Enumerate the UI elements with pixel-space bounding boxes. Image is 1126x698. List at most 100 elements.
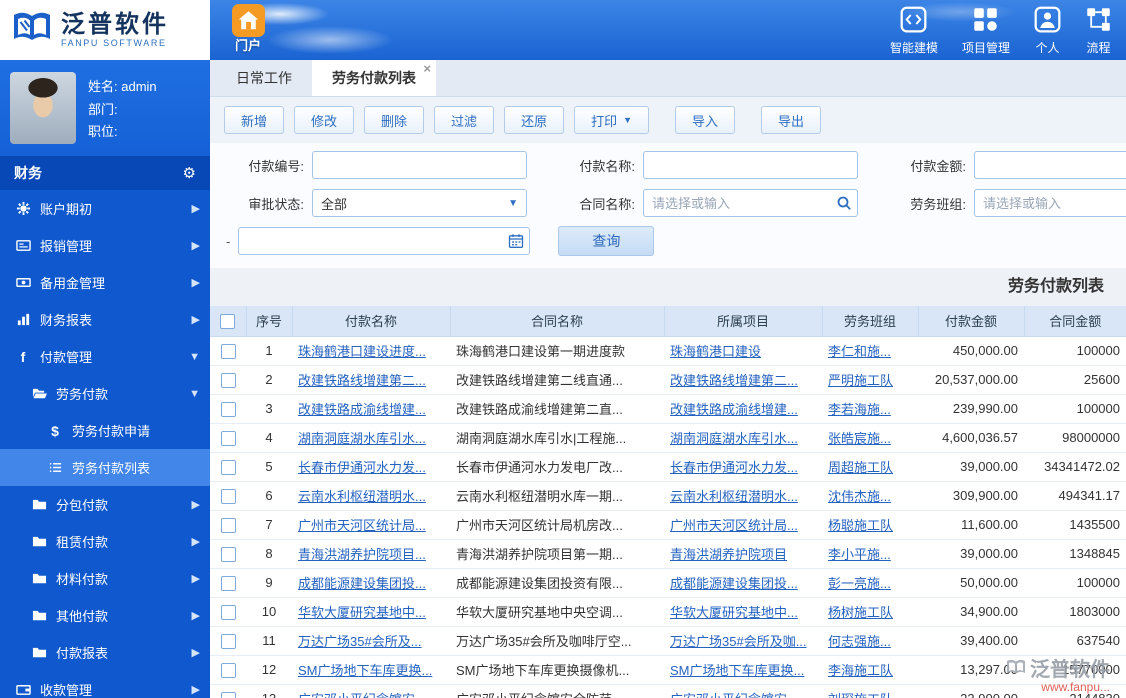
portal-tab[interactable]: 门户: [219, 4, 277, 54]
row-checkbox[interactable]: [221, 663, 236, 678]
project-link[interactable]: 湖南洞庭湖水库引水...: [670, 431, 798, 446]
payment-name-link[interactable]: 珠海鹤港口建设进度...: [298, 344, 426, 359]
sidebar-item-receipt-management[interactable]: 收款管理▶: [0, 671, 210, 698]
tab-labor-payment-list[interactable]: 劳务付款列表 ×: [312, 60, 436, 96]
row-checkbox[interactable]: [221, 576, 236, 591]
row-checkbox[interactable]: [221, 692, 236, 698]
approval-status-select[interactable]: 全部 ▼: [312, 189, 527, 217]
sidebar-item-labor-payment[interactable]: 劳务付款▼: [0, 375, 210, 412]
nav-personal[interactable]: 个人: [1034, 6, 1061, 56]
sidebar-item-petty-cash[interactable]: 备用金管理▶: [0, 264, 210, 301]
export-button[interactable]: 导出: [761, 106, 821, 134]
payment-name-link[interactable]: 云南水利枢纽潜明水...: [298, 489, 426, 504]
row-checkbox[interactable]: [221, 344, 236, 359]
payment-name-link[interactable]: 湖南洞庭湖水库引水...: [298, 431, 426, 446]
sidebar-item-payment-management[interactable]: f付款管理▼: [0, 338, 210, 375]
labor-team-link[interactable]: 李海施工队: [828, 663, 893, 678]
gear-icon[interactable]: ⚙: [183, 164, 196, 182]
labor-team-link[interactable]: 李小平施...: [828, 547, 891, 562]
calendar-icon[interactable]: [508, 233, 524, 249]
sidebar-item-labor-payment-list[interactable]: 劳务付款列表: [0, 449, 210, 486]
row-checkbox[interactable]: [221, 547, 236, 562]
select-all-checkbox[interactable]: [220, 314, 235, 329]
project-link[interactable]: 广州市天河区统计局...: [670, 518, 798, 533]
row-checkbox[interactable]: [221, 634, 236, 649]
project-link[interactable]: 青海洪湖养护院项目: [670, 547, 787, 562]
sidebar-item-payment-report[interactable]: 付款报表▶: [0, 634, 210, 671]
row-checkbox[interactable]: [221, 373, 236, 388]
labor-team-input[interactable]: [974, 189, 1126, 217]
labor-team-link[interactable]: 何志强施...: [828, 634, 891, 649]
sidebar-item-other-payment[interactable]: 其他付款▶: [0, 597, 210, 634]
nav-project-management[interactable]: 项目管理: [962, 6, 1010, 56]
payment-name-link[interactable]: 广安邓小平纪念馆安...: [298, 692, 426, 698]
filter-button[interactable]: 过滤: [434, 106, 494, 134]
import-button[interactable]: 导入: [675, 106, 735, 134]
contract-name-input[interactable]: [643, 189, 858, 217]
payment-name-link[interactable]: 长春市伊通河水力发...: [298, 460, 426, 475]
payment-name-link[interactable]: 华软大厦研究基地中...: [298, 605, 426, 620]
project-link[interactable]: 万达广场35#会所及咖...: [670, 634, 807, 649]
labor-team-link[interactable]: 刘琛施工队: [828, 692, 893, 698]
row-checkbox[interactable]: [221, 518, 236, 533]
labor-team-link[interactable]: 严明施工队: [828, 373, 893, 388]
project-link[interactable]: 改建铁路成渝线增建...: [670, 402, 798, 417]
payment-name-link[interactable]: SM广场地下车库更换...: [298, 663, 432, 678]
labor-team-link[interactable]: 沈伟杰施...: [828, 489, 891, 504]
labor-team-link[interactable]: 彭一亮施...: [828, 576, 891, 591]
project-link[interactable]: 华软大厦研究基地中...: [670, 605, 798, 620]
project-link[interactable]: SM广场地下车库更换...: [670, 663, 804, 678]
payment-name-link[interactable]: 改建铁路线增建第二...: [298, 373, 426, 388]
contract-amount-value: 25600: [1024, 365, 1126, 394]
restore-button[interactable]: 还原: [504, 106, 564, 134]
payment-no-input[interactable]: [312, 151, 527, 179]
payment-name-link[interactable]: 青海洪湖养护院项目...: [298, 547, 426, 562]
labor-team-link[interactable]: 张皓宸施...: [828, 431, 891, 446]
labor-team-link[interactable]: 李若海施...: [828, 402, 891, 417]
search-icon[interactable]: [836, 195, 852, 211]
sidebar-item-subcontract-payment[interactable]: 分包付款▶: [0, 486, 210, 523]
project-link[interactable]: 珠海鹤港口建设: [670, 344, 761, 359]
project-link[interactable]: 云南水利枢纽潜明水...: [670, 489, 798, 504]
delete-button[interactable]: 删除: [364, 106, 424, 134]
labor-team-link[interactable]: 杨树施工队: [828, 605, 893, 620]
nav-label: 项目管理: [962, 39, 1010, 56]
nav-workflow[interactable]: 流程: [1085, 6, 1112, 56]
row-checkbox[interactable]: [221, 489, 236, 504]
project-link[interactable]: 改建铁路线增建第二...: [670, 373, 798, 388]
query-button[interactable]: 查询: [558, 226, 654, 256]
modify-button[interactable]: 修改: [294, 106, 354, 134]
project-link[interactable]: 长春市伊通河水力发...: [670, 460, 798, 475]
project-link[interactable]: 成都能源建设集团投...: [670, 576, 798, 591]
profile-name: 姓名: admin: [88, 76, 157, 95]
payment-amount-input[interactable]: [974, 151, 1126, 179]
labor-team-link[interactable]: 周超施工队: [828, 460, 893, 475]
row-checkbox[interactable]: [221, 605, 236, 620]
nav-smart-modeling[interactable]: 智能建模: [890, 6, 938, 56]
labor-team-link[interactable]: 李仁和施...: [828, 344, 891, 359]
payment-amount-value: 39,000.00: [918, 452, 1024, 481]
new-button[interactable]: 新增: [224, 106, 284, 134]
row-checkbox[interactable]: [221, 460, 236, 475]
row-checkbox[interactable]: [221, 431, 236, 446]
sidebar-item-expense-management[interactable]: 报销管理▶: [0, 227, 210, 264]
close-icon[interactable]: ×: [423, 62, 431, 75]
sidebar-item-material-payment[interactable]: 材料付款▶: [0, 560, 210, 597]
tab-daily-work[interactable]: 日常工作: [216, 60, 312, 96]
sidebar-item-financial-reports[interactable]: 财务报表▶: [0, 301, 210, 338]
sidebar-item-lease-payment[interactable]: 租赁付款▶: [0, 523, 210, 560]
contract-name-text: 华软大厦研究基地中央空调...: [450, 597, 664, 626]
labor-team-link[interactable]: 杨聪施工队: [828, 518, 893, 533]
date-input[interactable]: [238, 227, 530, 255]
project-link[interactable]: 广安邓小平纪念馆安...: [670, 692, 798, 698]
payment-name-link[interactable]: 成都能源建设集团投...: [298, 576, 426, 591]
sidebar-item-account-initial[interactable]: 账户期初▶: [0, 190, 210, 227]
payment-name-input[interactable]: [643, 151, 858, 179]
payment-name-link[interactable]: 万达广场35#会所及...: [298, 634, 422, 649]
sidebar-section-finance[interactable]: 财务 ⚙: [0, 156, 210, 190]
sidebar-item-labor-payment-apply[interactable]: $劳务付款申请: [0, 412, 210, 449]
print-button[interactable]: 打印▼: [574, 106, 649, 134]
payment-name-link[interactable]: 广州市天河区统计局...: [298, 518, 426, 533]
payment-name-link[interactable]: 改建铁路成渝线增建...: [298, 402, 426, 417]
row-checkbox[interactable]: [221, 402, 236, 417]
